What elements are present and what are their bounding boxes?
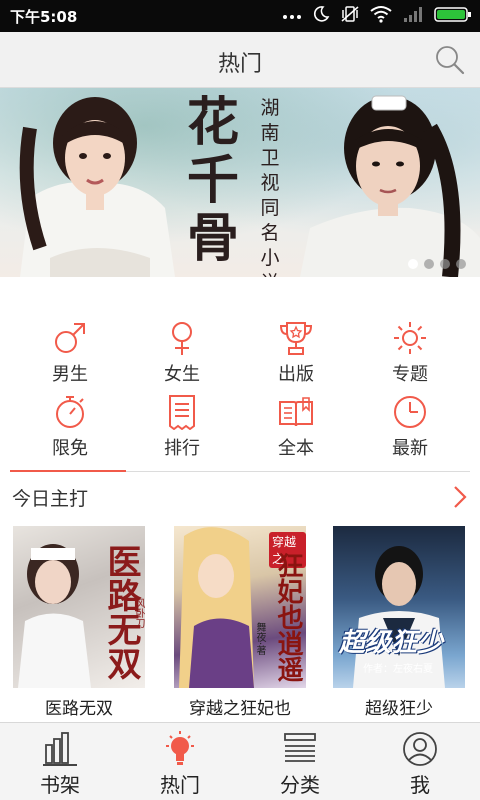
nav-me[interactable]: 我 <box>360 723 480 800</box>
moon-icon <box>312 5 330 27</box>
book-cover-author: 作者：左夜右夏 <box>363 664 433 675</box>
nav-bookshelf[interactable]: 书架 <box>0 723 120 800</box>
nav-label: 分类 <box>280 773 320 797</box>
carousel-indicator <box>408 259 466 269</box>
banner-title: 花千骨 <box>186 92 239 269</box>
category-label: 女生 <box>164 364 200 385</box>
book-cover: 穿越之 狂妃也逍遥 舞夜·著 <box>174 526 306 688</box>
nav-hot[interactable]: 热门 <box>120 723 240 800</box>
banner-figure-right <box>300 95 480 277</box>
bookshelf-icon <box>42 731 78 767</box>
book-cover-author: 风卧刀 <box>133 598 144 628</box>
book-icon <box>278 394 314 430</box>
section-divider <box>10 470 470 472</box>
document-icon <box>164 394 200 431</box>
bottom-nav: 书架 热门 分类 我 <box>0 722 480 800</box>
book-title: 超级狂少 <box>365 699 433 719</box>
carousel-dot-1[interactable] <box>408 259 418 269</box>
status-time: 下午5:08 <box>10 8 78 26</box>
lightbulb-icon <box>162 731 198 767</box>
banner-carousel[interactable]: 花千骨 湖南卫视同名小说 <box>0 88 480 277</box>
book-cover-title: 超级狂少 <box>339 628 444 658</box>
nav-label: 热门 <box>160 773 200 797</box>
category-label: 男生 <box>52 364 88 385</box>
battery-icon <box>434 5 472 27</box>
vibrate-icon <box>340 5 360 27</box>
category-complete[interactable]: 全本 <box>236 384 356 460</box>
book-title: 医路无双 <box>45 699 113 719</box>
chevron-right-icon[interactable] <box>450 484 470 510</box>
category-label: 全本 <box>278 438 314 459</box>
carousel-dot-2[interactable] <box>424 259 434 269</box>
banner-subtitle: 湖南卫视同名小说 <box>260 97 280 277</box>
section-accent <box>10 470 126 472</box>
category-publish[interactable]: 出版 <box>236 310 356 386</box>
book-cover-title: 狂妃也逍遥 <box>273 552 303 682</box>
stack-icon <box>282 731 318 767</box>
stopwatch-icon <box>52 394 88 430</box>
category-label: 出版 <box>278 364 314 385</box>
wifi-icon <box>370 5 392 27</box>
category-latest[interactable]: 最新 <box>350 384 470 460</box>
user-icon <box>402 731 438 767</box>
nav-label: 我 <box>410 773 430 797</box>
status-bar: 下午5:08 <box>0 0 480 32</box>
category-label: 限免 <box>52 438 88 459</box>
carousel-dot-4[interactable] <box>456 259 466 269</box>
carousel-dot-3[interactable] <box>440 259 450 269</box>
nav-label: 书架 <box>40 773 80 797</box>
category-free[interactable]: 限免 <box>10 384 130 460</box>
app-screen: 下午5:08 热门 花千骨 湖南卫视同名小 男生 女生 出版 专题 限免 排行 … <box>0 0 480 800</box>
search-icon[interactable] <box>434 44 466 76</box>
category-label: 最新 <box>392 438 428 459</box>
trophy-icon <box>278 320 314 356</box>
category-label: 排行 <box>164 438 200 459</box>
category-label: 专题 <box>392 364 428 385</box>
more-icon <box>282 5 302 27</box>
book-title: 穿越之狂妃也 <box>189 699 291 719</box>
signal-icon <box>402 5 424 27</box>
book-cover: 超级狂少 作者：左夜右夏 <box>333 526 465 688</box>
top-bar: 热门 <box>0 32 480 88</box>
nav-category[interactable]: 分类 <box>240 723 360 800</box>
sun-icon <box>392 320 428 356</box>
clock-icon <box>392 394 428 430</box>
category-ranking[interactable]: 排行 <box>122 384 242 460</box>
book-cover: 医路无双 风卧刀 <box>13 526 145 688</box>
female-icon <box>164 320 200 356</box>
banner-figure-left <box>19 97 175 277</box>
page-title: 热门 <box>217 52 262 77</box>
category-grid: 男生 女生 出版 专题 限免 排行 全本 最新 <box>0 300 480 460</box>
status-icons <box>282 5 472 27</box>
category-female[interactable]: 女生 <box>122 310 242 386</box>
book-cover-author: 舞夜·著 <box>254 622 265 656</box>
male-icon <box>52 320 88 356</box>
section-title: 今日主打 <box>12 488 89 510</box>
category-male[interactable]: 男生 <box>10 310 130 386</box>
category-topic[interactable]: 专题 <box>350 310 470 386</box>
